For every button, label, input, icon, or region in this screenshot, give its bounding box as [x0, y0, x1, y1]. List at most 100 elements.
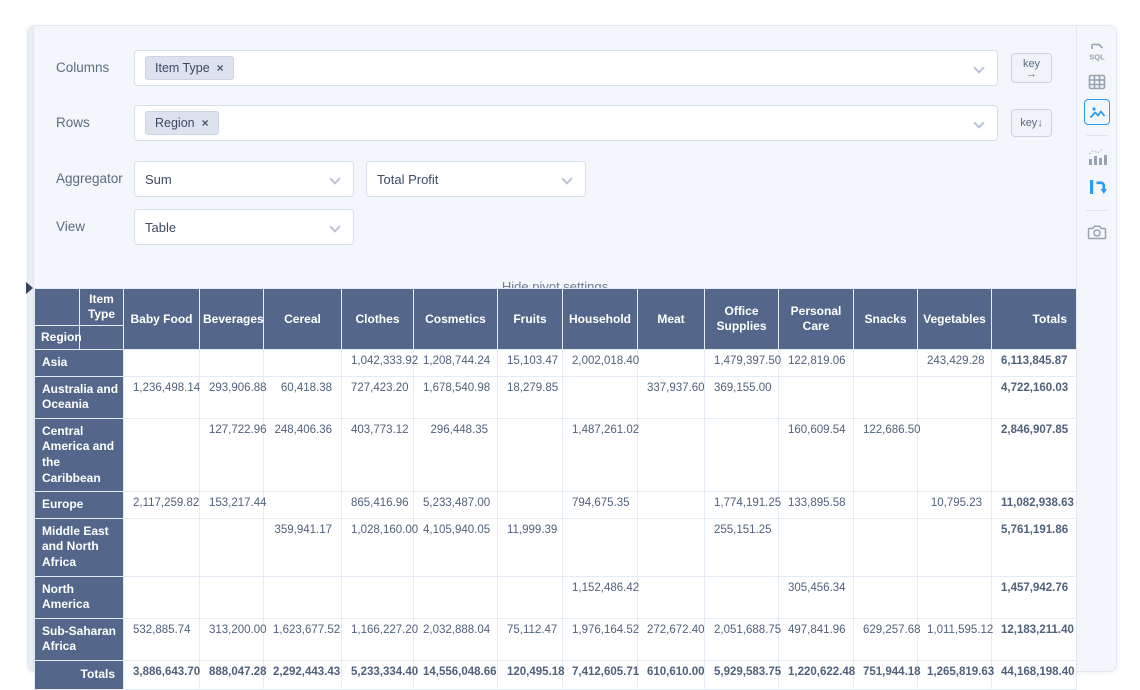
pivot-value-cell: 1,479,397.50 [705, 350, 779, 377]
pivot-value-cell: 11,999.39 [498, 518, 563, 576]
sidebar-divider [1086, 135, 1108, 136]
pivot-value-cell: 60,418.38 [264, 376, 342, 418]
view-select[interactable]: Table [134, 209, 354, 245]
columns-select[interactable]: Item Type × [134, 50, 998, 86]
pivot-value-cell [638, 492, 705, 519]
pivot-value-cell [200, 518, 264, 576]
pivot-value-cell [638, 576, 705, 618]
pivot-value-cell: 2,051,688.75 [705, 618, 779, 660]
pivot-row-total-cell: 2,846,907.85 [992, 418, 1077, 491]
pivot-row-axis-label: Region [35, 326, 80, 350]
pivot-value-cell: 1,042,333.92 [342, 350, 414, 377]
pivot-value-cell [918, 576, 992, 618]
pivot-column-header: Baby Food [124, 289, 200, 350]
sql-icon[interactable]: SQL [1084, 39, 1110, 65]
pivot-value-cell: 75,112.47 [498, 618, 563, 660]
pivot-value-cell: 532,885.74 [124, 618, 200, 660]
pivot-row-total-cell: 11,082,938.63 [992, 492, 1077, 519]
pivot-value-cell: 243,429.28 [918, 350, 992, 377]
pivot-data-row: North America1,152,486.42305,456.341,457… [35, 576, 1077, 618]
pivot-value-cell: 1,011,595.12 [918, 618, 992, 660]
rows-select[interactable]: Region × [134, 105, 998, 141]
svg-text:SQL: SQL [1089, 53, 1105, 62]
chevron-down-icon [329, 221, 340, 232]
pivot-value-cell: 305,456.34 [779, 576, 854, 618]
columns-sort-key-button[interactable]: key → [1011, 53, 1052, 83]
pivot-value-cell [498, 418, 563, 491]
pivot-value-cell: 122,819.06 [779, 350, 854, 377]
pivot-empty-axis-cell [80, 326, 124, 350]
pivot-value-cell: 122,686.50 [854, 418, 918, 491]
pivot-value-cell [563, 518, 638, 576]
pivot-value-cell: 293,906.88 [200, 376, 264, 418]
pivot-value-cell: 296,448.35 [414, 418, 498, 491]
pivot-value-cell [124, 418, 200, 491]
aggregator-field-select[interactable]: Total Profit [366, 161, 586, 197]
rows-label: Rows [56, 115, 90, 130]
pivot-column-header: Snacks [854, 289, 918, 350]
pivot-value-cell [563, 376, 638, 418]
rows-tag[interactable]: Region × [145, 111, 219, 135]
pivot-row-label: North America [35, 576, 124, 618]
chevron-down-icon [561, 173, 572, 184]
pivot-value-cell: 313,200.00 [200, 618, 264, 660]
pivot-value-cell: 1,487,261.02 [563, 418, 638, 491]
pivot-icon[interactable] [1084, 174, 1110, 200]
pivot-value-cell [854, 492, 918, 519]
pivot-row-label: Asia [35, 350, 124, 377]
pivot-value-cell: 403,773.12 [342, 418, 414, 491]
pivot-data-row: Middle East and North Africa 359,941.171,… [35, 518, 1077, 576]
pivot-column-header: Vegetables [918, 289, 992, 350]
pivot-value-cell: 359,941.17 [264, 518, 342, 576]
pivot-value-cell: 133,895.58 [779, 492, 854, 519]
camera-icon[interactable] [1084, 219, 1110, 245]
expand-panel-arrow-icon[interactable] [26, 282, 33, 294]
pivot-value-cell [918, 518, 992, 576]
pivot-row-total-cell: 5,761,191.86 [992, 518, 1077, 576]
pivot-value-cell: 10,795.23 [918, 492, 992, 519]
pivot-value-cell [779, 518, 854, 576]
pivot-value-cell: 5,233,487.00 [414, 492, 498, 519]
sidebar-divider [1086, 210, 1108, 211]
aggregator-label: Aggregator [56, 171, 123, 186]
pivot-column-header: Personal Care [779, 289, 854, 350]
pivot-row-total-cell: 6,113,845.87 [992, 350, 1077, 377]
aggregator-field-value: Total Profit [377, 172, 438, 187]
key-label: key [1020, 117, 1037, 129]
aggregator-select[interactable]: Sum [134, 161, 354, 197]
pivot-column-header: Clothes [342, 289, 414, 350]
chevron-down-icon [973, 117, 984, 128]
pivot-value-cell: 1,678,540.98 [414, 376, 498, 418]
pivot-row-label: Australia and Oceania [35, 376, 124, 418]
pivot-value-cell [264, 492, 342, 519]
pivot-data-row: Europe2,117,259.82153,217.44865,416.965,… [35, 492, 1077, 519]
pivot-value-cell: 1,774,191.25 [705, 492, 779, 519]
bar-chart-icon[interactable] [1084, 144, 1110, 170]
pivot-value-cell: 1,028,160.00 [342, 518, 414, 576]
rows-tag-label: Region [155, 116, 195, 130]
remove-rows-tag-icon[interactable]: × [202, 117, 209, 129]
pivot-column-header: Cosmetics [414, 289, 498, 350]
pivot-value-cell: 272,672.40 [638, 618, 705, 660]
columns-tag[interactable]: Item Type × [145, 56, 234, 80]
chart-image-icon[interactable] [1084, 99, 1110, 125]
table-grid-icon[interactable] [1084, 69, 1110, 95]
pivot-value-cell [779, 376, 854, 418]
pivot-row-label: Central America and the Caribbean [35, 418, 124, 491]
pivot-col-axis-label: Item Type [80, 289, 124, 326]
columns-tag-label: Item Type [155, 61, 210, 75]
pivot-value-cell: 160,609.54 [779, 418, 854, 491]
pivot-row-label: Middle East and North Africa [35, 518, 124, 576]
pivot-value-cell: 727,423.20 [342, 376, 414, 418]
remove-columns-tag-icon[interactable]: × [217, 62, 224, 74]
pivot-row-label: Europe [35, 492, 124, 519]
visualization-sidebar: SQL [1076, 26, 1116, 671]
pivot-corner-cell [35, 289, 80, 326]
rows-sort-key-button[interactable]: key↓ [1011, 109, 1052, 137]
pivot-value-cell: 15,103.47 [498, 350, 563, 377]
pivot-value-cell: 2,117,259.82 [124, 492, 200, 519]
pivot-table-container: Item TypeBaby FoodBeveragesCerealClothes… [34, 288, 1077, 690]
pivot-settings-card: Columns Item Type × key → Rows Region × … [27, 25, 1117, 672]
pivot-value-cell [414, 576, 498, 618]
pivot-value-cell [854, 350, 918, 377]
